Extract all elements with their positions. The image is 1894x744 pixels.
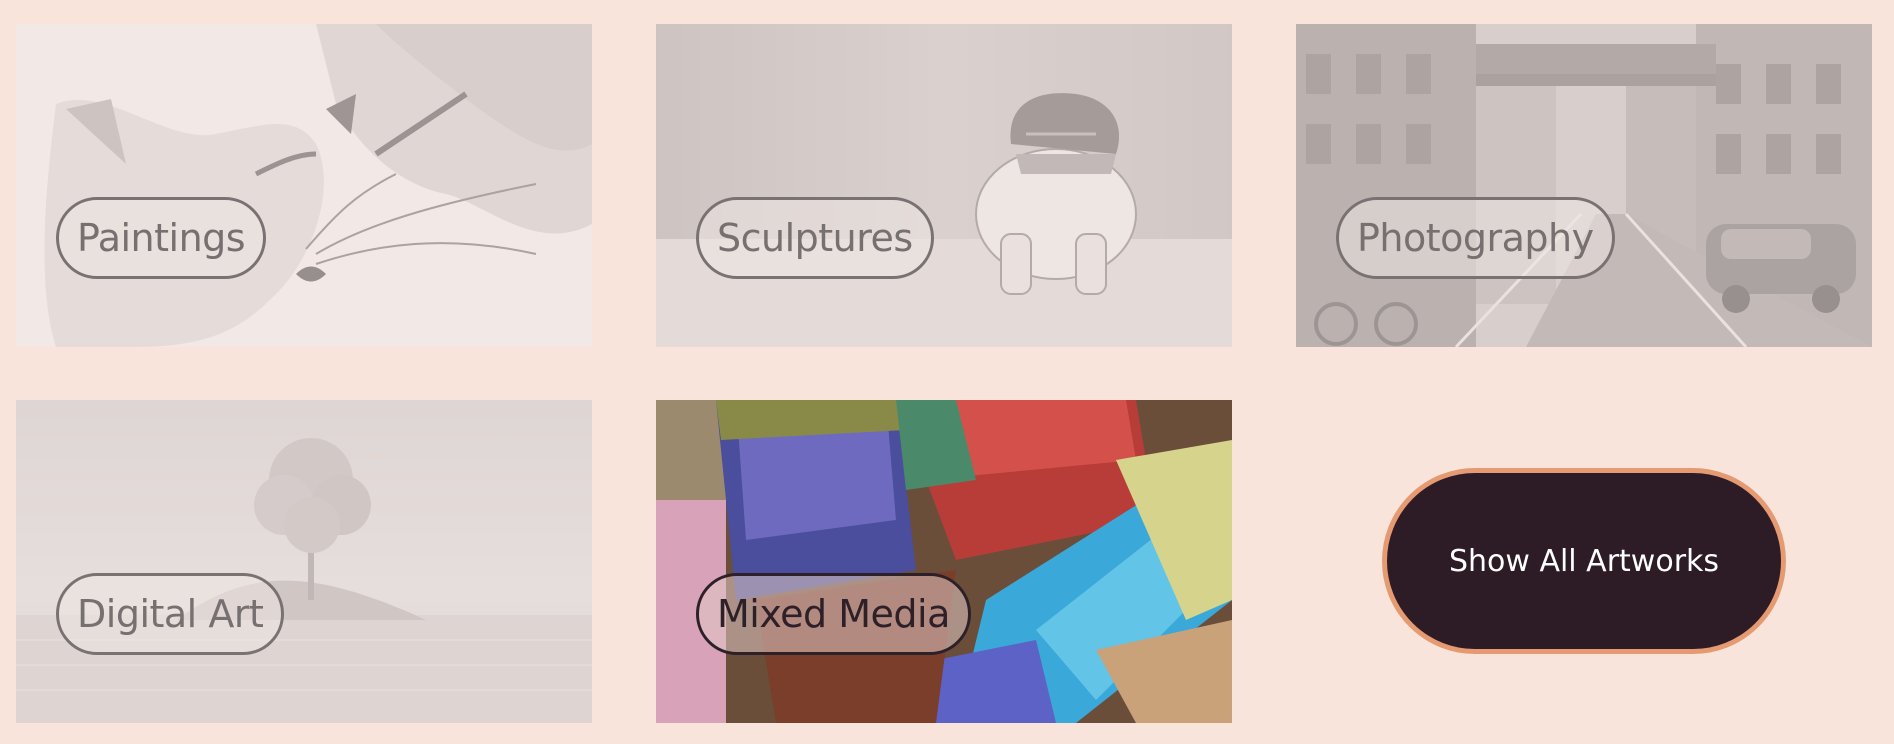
category-label: Digital Art [56,573,285,655]
fox-watercolor-image [16,24,592,347]
category-label: Mixed Media [696,573,971,655]
category-card-sculptures[interactable]: Sculptures [656,24,1232,347]
show-all-artworks-button[interactable]: Show All Artworks [1382,468,1786,654]
city-street-bridge-image [1296,24,1872,347]
ceramic-lion-figurine-image [656,24,1232,347]
category-card-digital-art[interactable]: Digital Art [16,400,592,723]
tree-on-island-image [16,400,592,723]
category-label: Sculptures [696,197,934,279]
category-label: Photography [1336,197,1615,279]
paint-brushes-image [656,400,1232,723]
category-label: Paintings [56,197,267,279]
category-card-photography[interactable]: Photography [1296,24,1872,347]
category-card-mixed-media[interactable]: Mixed Media [656,400,1232,723]
category-card-paintings[interactable]: Paintings [16,24,592,347]
